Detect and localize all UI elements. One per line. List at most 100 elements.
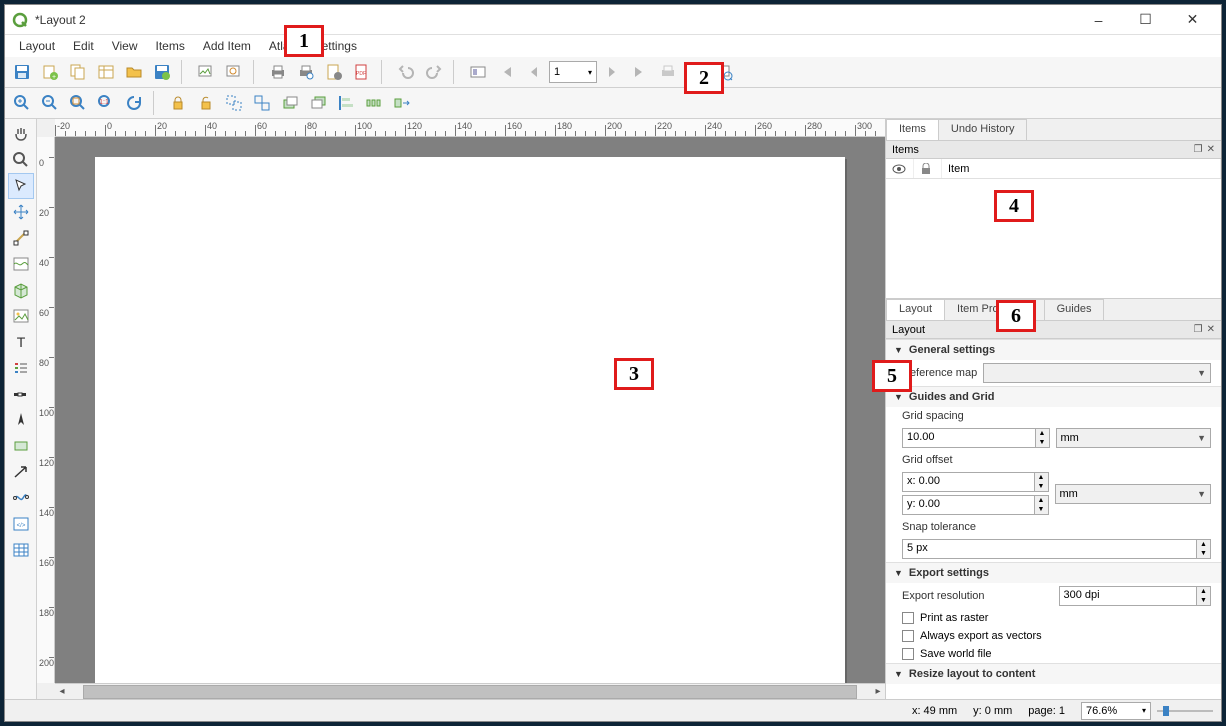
print-as-raster-check[interactable]: Print as raster	[886, 609, 1221, 627]
atlas-next-icon[interactable]	[599, 59, 625, 85]
tab-guides[interactable]: Guides	[1044, 299, 1105, 320]
tab-items[interactable]: Items	[886, 119, 939, 140]
main-toolbar: + PDF 1▾	[5, 57, 1221, 88]
align-left-icon[interactable]	[333, 90, 359, 116]
col-visibility-icon[interactable]	[886, 159, 914, 178]
always-vectors-check[interactable]: Always export as vectors	[886, 627, 1221, 645]
menu-items[interactable]: Items	[148, 37, 193, 55]
page-setup-icon[interactable]	[321, 59, 347, 85]
close-panel-icon[interactable]: ✕	[1207, 324, 1215, 335]
section-guides-grid[interactable]: ▼Guides and Grid	[886, 387, 1221, 407]
zoom-tool-icon[interactable]	[8, 147, 34, 173]
horizontal-scrollbar[interactable]: ◂▸	[55, 683, 885, 699]
atlas-first-icon[interactable]	[493, 59, 519, 85]
print-icon[interactable]	[265, 59, 291, 85]
reference-map-combo[interactable]: ▼	[983, 363, 1211, 383]
dock-icon[interactable]: ❐	[1194, 324, 1203, 335]
export-pdf-icon[interactable]: PDF	[349, 59, 375, 85]
section-general[interactable]: ▼General settings	[886, 340, 1221, 360]
export-image-icon[interactable]	[193, 59, 219, 85]
add-3dmap-icon[interactable]	[8, 277, 34, 303]
lock-icon[interactable]	[165, 90, 191, 116]
statusbar: x: 49 mm y: 0 mm page: 1 76.6%▾	[5, 699, 1221, 721]
new-layout-icon[interactable]: +	[37, 59, 63, 85]
zoom-control[interactable]: 76.6%▾	[1081, 702, 1215, 720]
add-legend-icon[interactable]	[8, 355, 34, 381]
close-panel-icon[interactable]: ✕	[1207, 144, 1215, 155]
tab-layout-props[interactable]: Layout	[886, 299, 945, 320]
save-icon[interactable]	[9, 59, 35, 85]
print-preview-icon[interactable]	[293, 59, 319, 85]
save-world-file-check[interactable]: Save world file	[886, 645, 1221, 663]
prop-panel-tabs: Layout Item Properties Guides	[886, 299, 1221, 321]
unlock-icon[interactable]	[193, 90, 219, 116]
zoom-in-icon[interactable]	[9, 90, 35, 116]
titlebar: *Layout 2 – ☐ ✕	[5, 5, 1221, 35]
grid-offset-y-input[interactable]: y: 0.00▲▼	[902, 495, 1049, 515]
group-icon[interactable]	[221, 90, 247, 116]
section-export[interactable]: ▼Export settings	[886, 563, 1221, 583]
grid-offset-x-input[interactable]: x: 0.00▲▼	[902, 472, 1049, 492]
callout-4: 4	[994, 190, 1034, 222]
layout-viewport[interactable]	[55, 137, 885, 683]
pan-tool-icon[interactable]	[8, 121, 34, 147]
grid-spacing-input[interactable]: 10.00▲▼	[902, 428, 1050, 448]
add-table-icon[interactable]	[8, 537, 34, 563]
ruler-horizontal[interactable]: -200204060801001201401601802002202402602…	[55, 119, 885, 137]
grid-offset-unit[interactable]: mm▼	[1055, 484, 1212, 504]
add-html-icon[interactable]: </>	[8, 511, 34, 537]
grid-spacing-unit[interactable]: mm▼	[1056, 428, 1212, 448]
menu-layout[interactable]: Layout	[11, 37, 63, 55]
resize-icon[interactable]	[389, 90, 415, 116]
add-picture-icon[interactable]	[8, 303, 34, 329]
edit-nodes-icon[interactable]	[8, 225, 34, 251]
section-resize[interactable]: ▼Resize layout to content	[886, 664, 1221, 684]
save-template-icon[interactable]	[149, 59, 175, 85]
select-tool-icon[interactable]	[8, 173, 34, 199]
atlas-print-icon[interactable]	[655, 59, 681, 85]
export-svg-icon[interactable]	[221, 59, 247, 85]
redo-icon[interactable]	[421, 59, 447, 85]
zoom-slider-icon[interactable]	[1155, 704, 1215, 718]
minimize-button[interactable]: –	[1076, 6, 1121, 34]
add-map-icon[interactable]	[8, 251, 34, 277]
close-button[interactable]: ✕	[1170, 6, 1215, 34]
undo-icon[interactable]	[393, 59, 419, 85]
distribute-icon[interactable]	[361, 90, 387, 116]
zoom-actual-icon[interactable]: 1:1	[93, 90, 119, 116]
menu-view[interactable]: View	[104, 37, 146, 55]
export-resolution-input[interactable]: 300 dpi▲▼	[1059, 586, 1212, 606]
duplicate-layout-icon[interactable]	[65, 59, 91, 85]
add-label-icon[interactable]: T	[8, 329, 34, 355]
layout-manager-icon[interactable]	[93, 59, 119, 85]
ungroup-icon[interactable]	[249, 90, 275, 116]
col-lock-icon[interactable]	[914, 159, 942, 178]
items-list[interactable]: Item	[886, 159, 1221, 299]
refresh-icon[interactable]	[121, 90, 147, 116]
add-nodeitem-icon[interactable]	[8, 485, 34, 511]
tab-undo-history[interactable]: Undo History	[938, 119, 1028, 140]
zoom-out-icon[interactable]	[37, 90, 63, 116]
layout-page[interactable]	[95, 157, 845, 683]
ruler-vertical[interactable]: 020406080100120140160180200	[37, 137, 55, 683]
snap-tolerance-input[interactable]: 5 px▲▼	[902, 539, 1211, 559]
lower-icon[interactable]	[305, 90, 331, 116]
atlas-preview-icon[interactable]	[465, 59, 491, 85]
raise-icon[interactable]	[277, 90, 303, 116]
open-folder-icon[interactable]	[121, 59, 147, 85]
atlas-prev-icon[interactable]	[521, 59, 547, 85]
atlas-page-input[interactable]: 1▾	[549, 61, 597, 83]
move-content-icon[interactable]	[8, 199, 34, 225]
grid-offset-label: Grid offset	[902, 454, 953, 466]
add-northarrow-icon[interactable]	[8, 407, 34, 433]
menu-add-item[interactable]: Add Item	[195, 37, 259, 55]
add-shape-icon[interactable]	[8, 433, 34, 459]
col-item-header[interactable]: Item	[942, 159, 1221, 178]
add-arrow-icon[interactable]	[8, 459, 34, 485]
menu-edit[interactable]: Edit	[65, 37, 102, 55]
zoom-full-icon[interactable]	[65, 90, 91, 116]
dock-icon[interactable]: ❐	[1194, 144, 1203, 155]
add-scalebar-icon[interactable]	[8, 381, 34, 407]
maximize-button[interactable]: ☐	[1123, 6, 1168, 34]
atlas-last-icon[interactable]	[627, 59, 653, 85]
